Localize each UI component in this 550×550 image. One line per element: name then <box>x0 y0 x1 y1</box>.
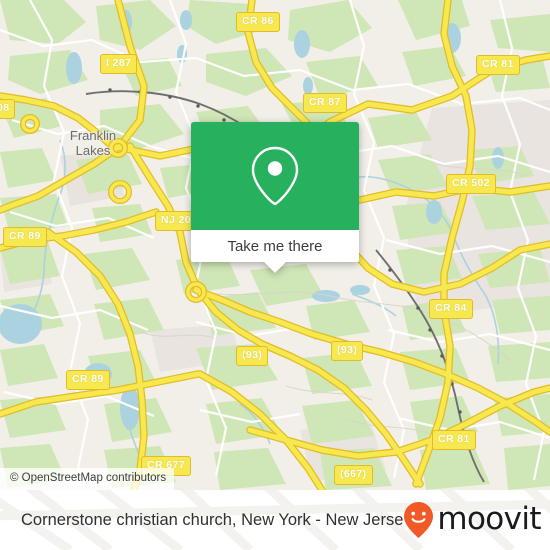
osm-attribution[interactable]: © OpenStreetMap contributors <box>0 467 175 490</box>
shield-cr-81-north: CR 81 <box>476 55 520 75</box>
footer-content: Cornerstone christian church, New York -… <box>0 490 550 550</box>
popup-icon-panel <box>191 122 359 230</box>
popup-pointer-tail <box>264 262 286 273</box>
shield-cr-86: CR 86 <box>236 12 280 32</box>
shield-cr-502: CR 502 <box>446 174 497 194</box>
shield-cr-89-upper: CR 89 <box>3 227 47 247</box>
shield-93-right: (93) <box>331 341 364 361</box>
shield-cr-87: CR 87 <box>303 93 347 113</box>
shield-cr-81-south: CR 81 <box>432 430 476 450</box>
shield-cr-84: CR 84 <box>429 299 473 319</box>
map-canvas[interactable]: Franklin Lakes CR 86 I 287 CR 81 CR 87 0… <box>0 0 550 490</box>
shield-208: 08 <box>0 99 16 119</box>
popup-action-bar[interactable]: Take me there <box>191 230 359 262</box>
shield-i-287: I 287 <box>100 54 138 74</box>
page-title: Cornerstone christian church, New York -… <box>21 511 404 529</box>
footer-bar: Cornerstone christian church, New York -… <box>0 490 550 550</box>
location-popup[interactable]: Take me there <box>191 122 359 273</box>
moovit-logo[interactable]: moovit <box>403 500 542 539</box>
map-pin-icon <box>251 146 299 206</box>
moovit-map-screenshot: Franklin Lakes CR 86 I 287 CR 81 CR 87 0… <box>0 0 550 550</box>
shield-93-left: (93) <box>236 346 269 366</box>
moovit-wordmark: moovit <box>437 500 541 537</box>
take-me-there-label: Take me there <box>227 237 323 255</box>
shield-667: (667) <box>334 465 373 485</box>
shield-cr-89-lower: CR 89 <box>66 370 110 390</box>
moovit-pin-icon <box>404 502 434 538</box>
